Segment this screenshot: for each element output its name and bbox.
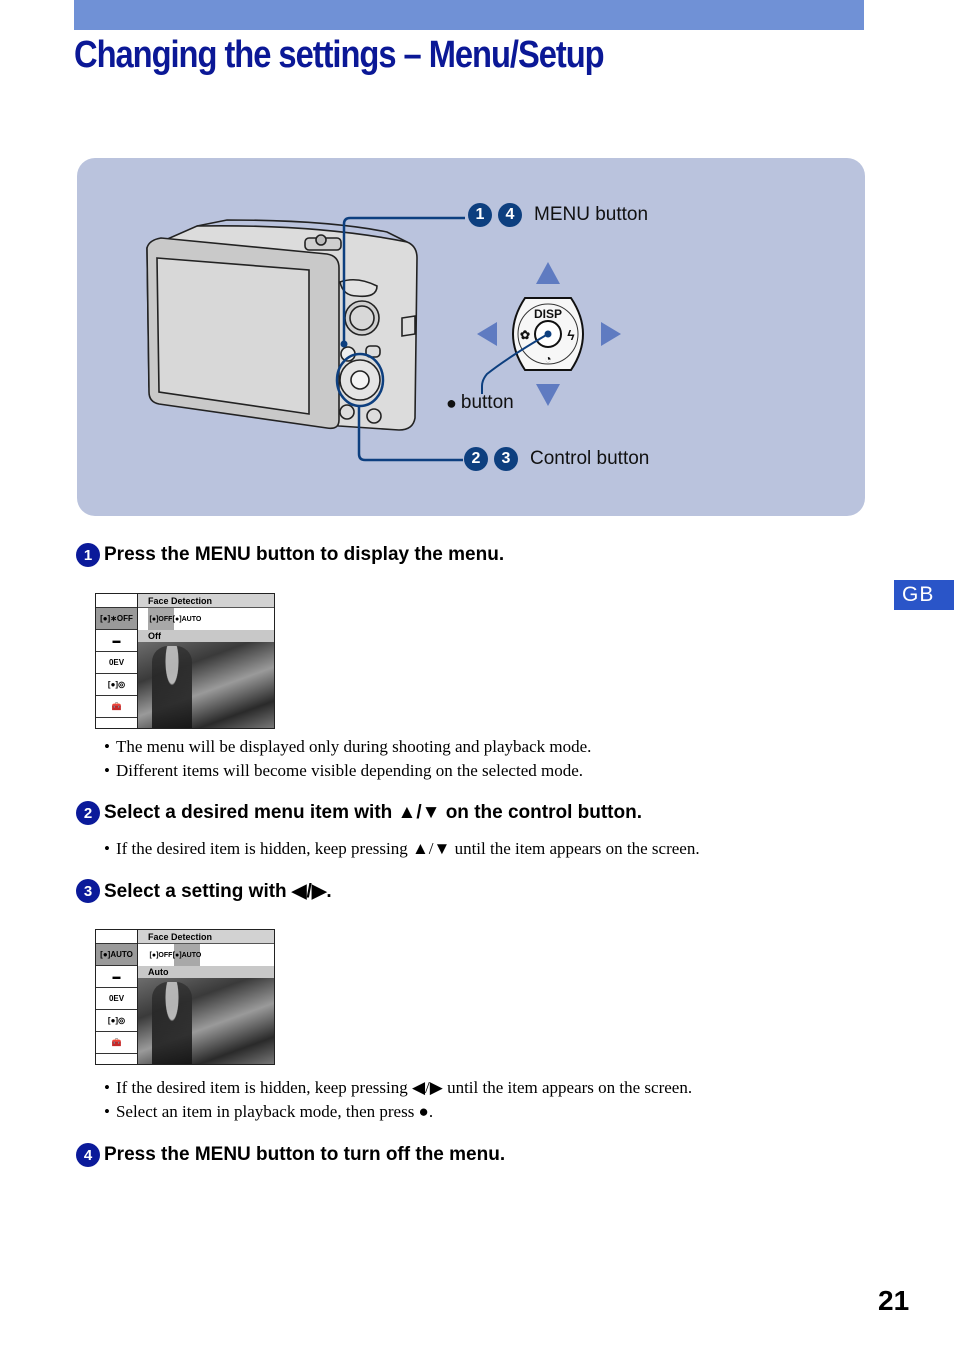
step-number-badge: 2 xyxy=(76,801,100,825)
option-off: [●]OFF xyxy=(149,951,173,959)
menu-screen-header: Face Detection xyxy=(138,930,274,944)
step-badge: 4 xyxy=(498,203,522,227)
step-4-heading: 4 Press the MENU button to turn off the … xyxy=(76,1143,505,1167)
face-detection-mode-icon: [●]◎ xyxy=(96,1010,137,1032)
option-auto: [●]AUTO xyxy=(172,615,202,623)
control-button-callout: 2 3 Control button xyxy=(464,447,649,471)
step-2-title: Select a desired menu item with ▲/▼ on t… xyxy=(104,802,642,823)
face-detection-mode-icon: [●]◎ xyxy=(96,674,137,696)
step-badge: 2 xyxy=(464,447,488,471)
step-3-title: Select a setting with ◀/▶. xyxy=(104,880,332,902)
center-button-callout: ● button xyxy=(446,392,514,414)
step-4-title: Press the MENU button to turn off the me… xyxy=(104,1144,506,1165)
menu-current-value: Off xyxy=(138,630,274,642)
svg-text:ϟ: ϟ xyxy=(567,327,575,343)
step-number-badge: 1 xyxy=(76,543,100,567)
step-3-heading: 3 Select a setting with ◀/▶. xyxy=(76,879,332,903)
image-size-icon: ▬ xyxy=(96,630,137,652)
page-number: 21 xyxy=(878,1285,910,1316)
menu-options: [●]OFF [●]AUTO xyxy=(138,944,274,966)
language-tab: GB xyxy=(894,580,954,610)
menu-side-column: [●]AUTO ▬ 0EV [●]◎ 🧰 xyxy=(96,930,138,1064)
svg-text:✿: ✿ xyxy=(520,328,530,342)
step-2-heading: 2 Select a desired menu item with ▲/▼ on… xyxy=(76,801,642,825)
camera-illustration-panel: DISP ✿ ϟ ◔ 1 4 MENU button ● button 2 3 … xyxy=(77,158,865,516)
face-detection-auto-icon: [●]AUTO xyxy=(96,944,137,966)
preview-photo xyxy=(138,978,274,1064)
setup-toolbox-icon: 🧰 xyxy=(96,696,137,718)
note-item: • Different items will become visible dep… xyxy=(104,761,584,780)
menu-options: [●]OFF [●]AUTO xyxy=(138,608,274,630)
option-off: [●]OFF xyxy=(148,608,174,630)
menu-side-column: [●]∗OFF ▬ 0EV [●]◎ 🧰 xyxy=(96,594,138,728)
step-badge: 3 xyxy=(494,447,518,471)
svg-text:DISP: DISP xyxy=(534,307,562,321)
arrow-up-icon xyxy=(536,262,560,284)
header-band xyxy=(74,0,864,30)
setup-toolbox-icon: 🧰 xyxy=(96,1032,137,1054)
note-item: • If the desired item is hidden, keep pre… xyxy=(104,1078,693,1097)
step-3-notes: • If the desired item is hidden, keep pre… xyxy=(104,1076,692,1124)
step-1-heading: 1 Press the MENU button to display the m… xyxy=(76,543,504,567)
menu-screen-header: Face Detection xyxy=(138,594,274,608)
note-item: • The menu will be displayed only during … xyxy=(104,737,592,756)
menu-button-label: MENU button xyxy=(534,204,649,225)
image-size-icon: ▬ xyxy=(96,966,137,988)
step-number-badge: 3 xyxy=(76,879,100,903)
step-1-title: Press the MENU button to display the men… xyxy=(104,544,505,565)
step-1-notes: • The menu will be displayed only during … xyxy=(104,735,591,783)
svg-text:◔: ◔ xyxy=(544,352,551,366)
step-number-badge: 4 xyxy=(76,1143,100,1167)
step-badge: 1 xyxy=(468,203,492,227)
arrow-right-icon xyxy=(601,322,621,346)
arrow-down-icon xyxy=(536,384,560,406)
option-auto: [●]AUTO xyxy=(173,944,201,966)
ev-icon: 0EV xyxy=(96,988,137,1010)
menu-screen-3: [●]AUTO ▬ 0EV [●]◎ 🧰 Face Detection [●]O… xyxy=(95,929,275,1065)
face-detection-off-icon: [●]∗OFF xyxy=(96,608,137,630)
menu-current-value: Auto xyxy=(138,966,274,978)
note-item: • If the desired item is hidden, keep pre… xyxy=(104,839,700,858)
step-2-notes: • If the desired item is hidden, keep pre… xyxy=(104,837,700,861)
menu-button-callout: 1 4 MENU button xyxy=(468,203,648,227)
center-button-icon: ● xyxy=(446,392,457,413)
center-button-label: button xyxy=(460,392,514,413)
menu-screen-1: [●]∗OFF ▬ 0EV [●]◎ 🧰 Face Detection [●]O… xyxy=(95,593,275,729)
control-button-label: Control button xyxy=(530,448,650,469)
ev-icon: 0EV xyxy=(96,652,137,674)
page-title: Changing the settings – Menu/Setup xyxy=(74,34,605,76)
arrow-left-icon xyxy=(477,322,497,346)
preview-photo xyxy=(138,642,274,728)
note-item: • Select an item in playback mode, then p… xyxy=(104,1102,434,1121)
